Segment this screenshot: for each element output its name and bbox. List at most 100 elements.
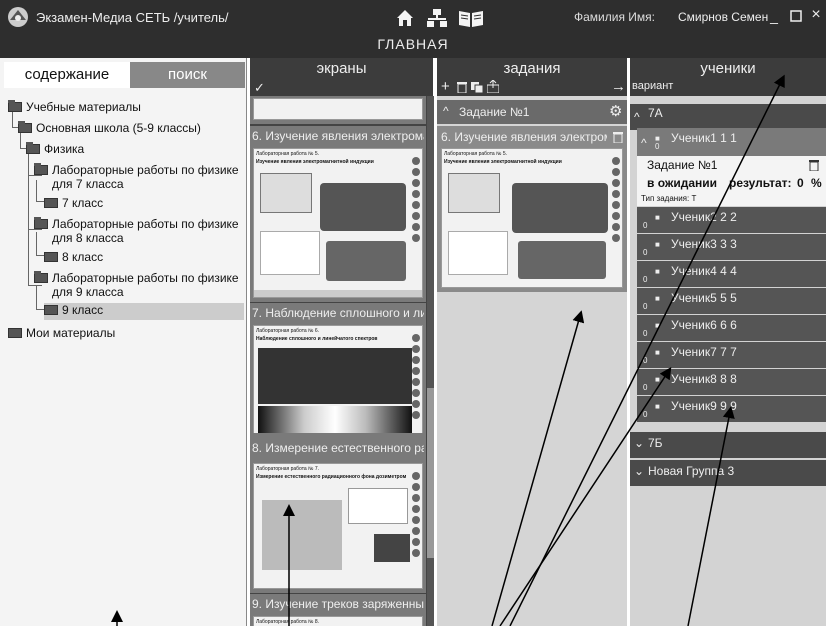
task-type: Тип задания: Т <box>641 194 697 203</box>
student-row[interactable]: ■ Ученик3 3 3 0 <box>637 234 826 260</box>
check-icon[interactable]: ✓ <box>254 80 265 96</box>
screen-card[interactable]: 6. Изучение явления электромагнитной Лаб… <box>250 126 426 302</box>
dosimeter-image <box>374 534 410 562</box>
send-arrow-button[interactable]: → <box>611 78 626 95</box>
student-name: Ученик4 4 4 <box>671 264 737 278</box>
screen-card[interactable]: 9. Изучение треков заряженных частиц Лаб… <box>250 594 426 626</box>
thumb-caption: Лабораторная работа № 7. <box>256 466 320 472</box>
tree-item-grade8[interactable]: 8 класс <box>44 250 103 264</box>
home-icon[interactable] <box>395 8 415 28</box>
maximize-button[interactable] <box>788 8 804 24</box>
lab-equipment-image <box>320 183 406 231</box>
thumb-caption: Лабораторная работа № 8. <box>256 619 320 625</box>
status-dot-icon: ■ <box>655 402 660 411</box>
upload-icon[interactable] <box>487 80 499 93</box>
minimize-button[interactable]: _ <box>766 8 782 24</box>
network-icon[interactable] <box>426 8 448 28</box>
thumb-caption: Лабораторная работа № 5. <box>444 151 508 157</box>
student-score: 0 <box>643 329 648 338</box>
student-name: Ученик6 6 6 <box>671 318 737 332</box>
tab-content[interactable]: содержание <box>4 62 130 88</box>
folder-icon <box>8 100 22 112</box>
folder-icon <box>8 328 22 338</box>
tree-label: 9 класс <box>62 303 104 317</box>
student-row[interactable]: ■ Ученик6 6 6 0 <box>637 315 826 341</box>
folder-icon <box>44 198 58 208</box>
task-header-row[interactable]: ^ Задание №1 ⚙ <box>437 100 627 124</box>
screens-scroll-thumb[interactable] <box>427 388 434 558</box>
status-dot-icon: ■ <box>655 321 660 330</box>
tree-label: 7 класс <box>62 196 104 210</box>
add-task-button[interactable]: + <box>441 78 450 95</box>
trash-icon[interactable] <box>457 82 467 93</box>
book-icon[interactable] <box>458 8 484 28</box>
student-name: Ученик3 3 3 <box>671 237 737 251</box>
tasks-title: задания <box>503 60 561 77</box>
tree-item-lab8[interactable]: Лабораторные работы по физике для 8 клас… <box>34 217 244 245</box>
screen-thumbnail: Лабораторная работа № 8. <box>253 616 423 626</box>
group-name: Новая Группа 3 <box>648 464 735 478</box>
tree-label: 8 класс <box>62 250 104 264</box>
copy-icon[interactable] <box>471 82 483 93</box>
group-new-3[interactable]: ⌄ Новая Группа 3 <box>630 460 826 486</box>
thumb-controls <box>612 157 622 245</box>
spectroscope-image <box>258 348 412 404</box>
student-row[interactable]: ■ Ученик8 8 8 0 <box>637 369 826 395</box>
tree-item-school[interactable]: Основная школа (5-9 классы) <box>18 121 201 135</box>
room-image <box>262 500 342 570</box>
student-row[interactable]: ■ Ученик4 4 4 0 <box>637 261 826 287</box>
trash-icon[interactable] <box>809 160 819 171</box>
task-screen-card[interactable]: 6. Изучение явления электромагнитной Лаб… <box>437 126 627 292</box>
folder-icon <box>26 142 40 154</box>
thumb-tabs <box>254 290 422 297</box>
tree-label: Мои материалы <box>26 326 116 340</box>
student-score: 0 <box>643 302 648 311</box>
screen-thumbnail: Лабораторная работа № 7. Измерение естес… <box>253 463 423 589</box>
student-name: Ученик5 5 5 <box>671 291 737 305</box>
status-dot-icon: ■ <box>655 240 660 249</box>
screens-header: экраны ✓ <box>250 58 433 96</box>
app-logo-icon <box>8 7 28 27</box>
students-header: ученики вариант <box>630 58 826 96</box>
tab-search[interactable]: поиск <box>130 62 245 88</box>
thumb-caption: Измерение естественного радиационного фо… <box>256 474 407 480</box>
student-row[interactable]: ■ Ученик7 7 7 0 <box>637 342 826 368</box>
student-row-active[interactable]: ^ ■ Ученик1 1 1 0 <box>637 128 826 156</box>
folder-icon <box>34 217 48 229</box>
tree-item-materials[interactable]: Учебные материалы <box>8 100 141 114</box>
screen-card-partial[interactable] <box>250 96 426 124</box>
gear-icon[interactable]: ⚙ <box>609 102 622 120</box>
chevron-up-icon[interactable]: ^ <box>641 136 647 150</box>
chevron-up-icon[interactable]: ^ <box>443 104 449 118</box>
tree-item-my-materials[interactable]: Мои материалы <box>8 326 115 340</box>
chevron-up-icon[interactable]: ^ <box>634 110 640 124</box>
screen-title: 8. Измерение естественного радиационного <box>252 441 424 455</box>
screen-title: 7. Наблюдение сплошного и линейчатого <box>252 306 424 320</box>
group-7b[interactable]: ⌄ 7Б <box>630 432 826 458</box>
student-row[interactable]: ■ Ученик2 2 2 0 <box>637 207 826 233</box>
group-7a[interactable]: ^ 7А <box>630 104 826 130</box>
chevron-down-icon[interactable]: ⌄ <box>634 436 644 450</box>
status-dot-icon: ■ <box>655 348 660 357</box>
answer-area <box>448 231 508 275</box>
task-status: в ожидании <box>647 176 718 190</box>
student-score: 0 <box>643 248 648 257</box>
folder-icon <box>44 305 58 315</box>
screen-title: 9. Изучение треков заряженных частиц <box>252 597 424 611</box>
tree-item-lab9[interactable]: Лабораторные работы по физике для 9 клас… <box>34 271 244 299</box>
thumb-caption: Лабораторная работа № 6. <box>256 328 320 334</box>
group-name: 7А <box>648 106 663 120</box>
student-row[interactable]: ■ Ученик9 9 9 0 <box>637 396 826 422</box>
tree-item-lab7[interactable]: Лабораторные работы по физике для 7 клас… <box>34 163 244 191</box>
chevron-down-icon[interactable]: ⌄ <box>634 464 644 478</box>
tree-item-grade9[interactable]: 9 класс <box>44 303 244 320</box>
close-button[interactable]: × <box>808 6 824 24</box>
trash-icon[interactable] <box>613 132 623 143</box>
tree-item-grade7[interactable]: 7 класс <box>44 196 103 210</box>
student-score: 0 <box>643 275 648 284</box>
screen-card[interactable]: 8. Измерение естественного радиационного… <box>250 433 426 593</box>
screen-thumbnail: Лабораторная работа № 5. Изучение явлени… <box>253 148 423 298</box>
variant-label: вариант <box>632 80 674 92</box>
student-row[interactable]: ■ Ученик5 5 5 0 <box>637 288 826 314</box>
tree-item-physics[interactable]: Физика <box>26 142 84 156</box>
